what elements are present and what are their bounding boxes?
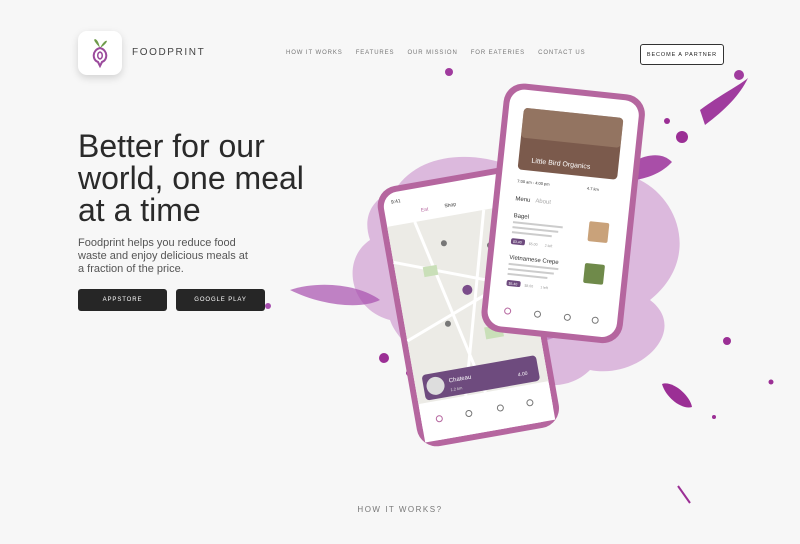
beet-logo-icon (92, 39, 108, 68)
nav-how-it-works[interactable]: HOW IT WORKS (286, 50, 343, 56)
nav-contact-us[interactable]: CONTACT US (538, 50, 585, 56)
nav-for-eateries[interactable]: FOR EATERIES (471, 50, 525, 56)
brand-name: FOODPRINT (132, 47, 206, 58)
phone-menu-mockup: Little Bird Organics 7:00 am - 4:00 pm 4… (481, 83, 645, 344)
subtext-line-3: a fraction of the price. (78, 263, 184, 275)
menu-item-2-count: 1 left (540, 285, 548, 290)
google-play-button[interactable]: GOOGLE PLAY (176, 289, 265, 311)
headline-line-3: at a time (78, 192, 201, 228)
logo[interactable] (78, 31, 122, 75)
headline-line-2: world, one meal (78, 160, 304, 196)
nav-features[interactable]: FEATURES (356, 50, 395, 56)
how-it-works-link[interactable]: HOW IT WORKS? (0, 505, 800, 514)
menu-item-1-count: 2 left (545, 244, 553, 249)
headline-line-1: Better for our (78, 128, 265, 164)
hero-headline: Better for our world, one meal at a time (78, 130, 338, 226)
subtext-line-1: Foodprint helps you reduce food (78, 237, 236, 249)
subtext-line-2: waste and enjoy delicious meals at (78, 250, 248, 262)
hero-subtext: Foodprint helps you reduce food waste an… (78, 237, 278, 276)
nav-our-mission[interactable]: OUR MISSION (407, 50, 457, 56)
appstore-button[interactable]: APPSTORE (78, 289, 167, 311)
become-partner-button[interactable]: BECOME A PARTNER (640, 44, 724, 65)
main-nav: HOW IT WORKS FEATURES OUR MISSION FOR EA… (286, 50, 586, 56)
